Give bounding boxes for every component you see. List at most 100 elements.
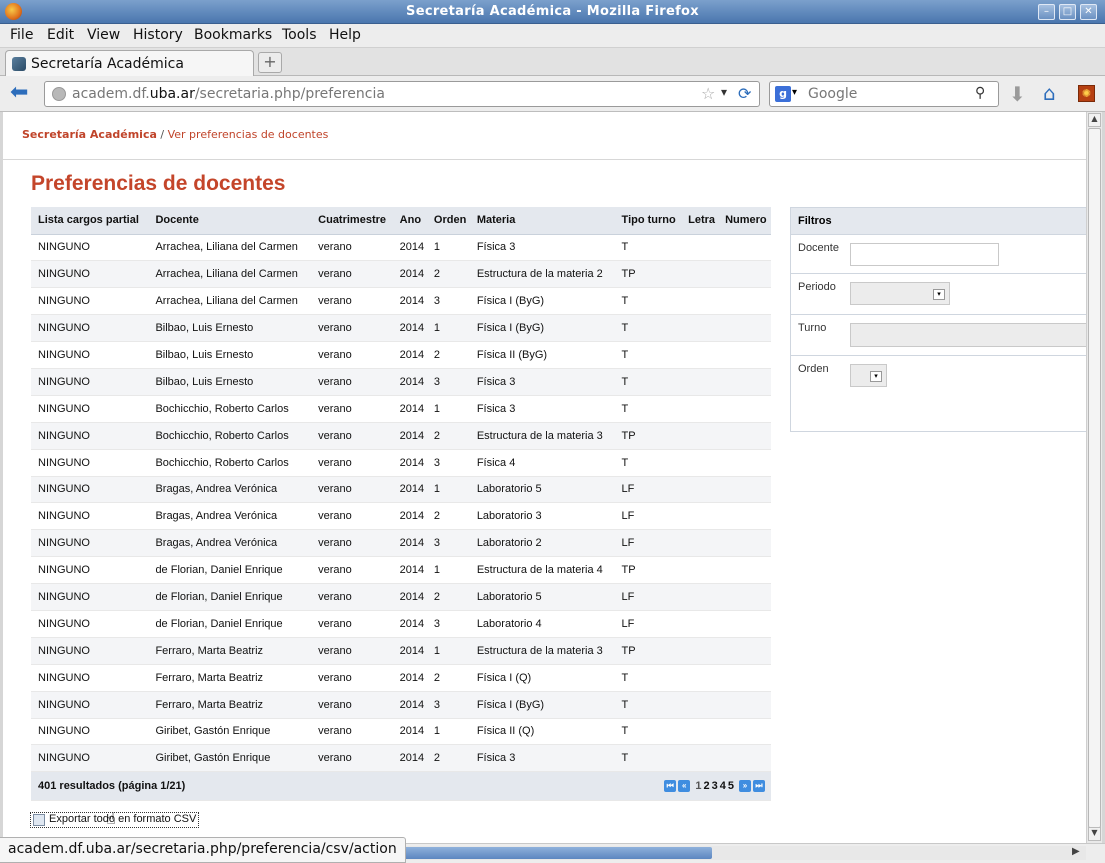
- col-letra-cell: [681, 260, 719, 289]
- menu-file[interactable]: File: [10, 27, 33, 43]
- col-numero-cell: [718, 234, 771, 262]
- preferences-table: Lista cargos partial Docente Cuatrimestre A…: [31, 207, 771, 802]
- col-docente-header[interactable]: Docente: [148, 207, 312, 235]
- table-row[interactable]: NINGUNO Bragas, Andrea Verónica verano 2014…: [31, 529, 771, 558]
- hscroll-thumb[interactable]: [372, 847, 712, 859]
- scroll-right-icon[interactable]: ▶: [1072, 846, 1080, 857]
- first-page-icon[interactable]: ⏮: [664, 780, 677, 793]
- col-materia-cell: Estructura de la materia 4: [469, 556, 615, 585]
- table-row[interactable]: NINGUNO de Florian, Daniel Enrique verano 2…: [31, 583, 771, 611]
- new-tab-button[interactable]: +: [258, 52, 282, 73]
- back-arrow-icon[interactable]: ⬅: [10, 82, 36, 106]
- col-orden-cell: 3: [426, 287, 470, 316]
- col-numero-cell: [718, 529, 771, 558]
- menu-view[interactable]: View: [87, 27, 120, 43]
- breadcrumb-current-link[interactable]: Ver preferencias de docentes: [168, 128, 329, 141]
- col-orden-header[interactable]: Orden: [426, 207, 470, 235]
- table-row[interactable]: NINGUNO Arrachea, Liliana del Carmen veran…: [31, 260, 771, 289]
- prev-page-icon[interactable]: «: [678, 780, 691, 793]
- menu-tools[interactable]: Tools: [282, 27, 317, 43]
- col-orden-cell: 2: [426, 422, 470, 450]
- col-cuatrimestre-cell: verano: [311, 556, 393, 585]
- table-row[interactable]: NINGUNO Ferraro, Marta Beatriz verano 2014 3…: [31, 691, 771, 719]
- col-numero-cell: [718, 718, 771, 746]
- table-row[interactable]: NINGUNO Bochicchio, Roberto Carlos verano 2…: [31, 449, 771, 477]
- col-letra-cell: [681, 341, 719, 369]
- docente-input[interactable]: [850, 243, 999, 266]
- google-engine-icon[interactable]: g: [775, 86, 791, 102]
- url-bar[interactable]: academ.df.uba.ar/secretaria.php/preferen…: [44, 81, 760, 107]
- table-row[interactable]: NINGUNO Giribet, Gastón Enrique verano 2014…: [31, 744, 771, 773]
- status-url: academ.df.uba.ar/secretaria.php/preferen…: [0, 837, 406, 863]
- menu-bookmarks[interactable]: Bookmarks: [194, 27, 272, 43]
- home-icon[interactable]: ⌂: [1043, 81, 1056, 105]
- reload-icon[interactable]: ⟳: [738, 84, 751, 103]
- turno-select[interactable]: [850, 323, 1086, 347]
- page-1-link[interactable]: 1: [695, 780, 701, 792]
- table-row[interactable]: NINGUNO Bochicchio, Roberto Carlos verano 2…: [31, 395, 771, 423]
- col-materia-header[interactable]: Materia: [469, 207, 615, 235]
- table-row[interactable]: NINGUNO Bilbao, Luis Ernesto verano 2014 1 Fí…: [31, 314, 771, 343]
- horizontal-scrollbar[interactable]: ▶: [372, 846, 1086, 860]
- page-5-link[interactable]: 5: [728, 780, 734, 792]
- scroll-down-icon[interactable]: ▼: [1088, 827, 1101, 841]
- orden-select[interactable]: ▾: [850, 364, 887, 387]
- table-row[interactable]: NINGUNO Bragas, Andrea Verónica verano 2014…: [31, 476, 771, 504]
- table-row[interactable]: NINGUNO Ferraro, Marta Beatriz verano 2014 2…: [31, 664, 771, 692]
- table-row[interactable]: NINGUNO Giribet, Gastón Enrique verano 2014…: [31, 718, 771, 746]
- menu-history[interactable]: History: [133, 27, 183, 43]
- col-numero-header[interactable]: Numero: [718, 207, 771, 235]
- col-cuatrimestre-header[interactable]: Cuatrimestre: [311, 207, 393, 235]
- table-row[interactable]: NINGUNO Bilbao, Luis Ernesto verano 2014 2 Fí…: [31, 341, 771, 369]
- table-row[interactable]: NINGUNO de Florian, Daniel Enrique verano 2…: [31, 610, 771, 638]
- menu-bar: File Edit View History Bookmarks Tools H…: [0, 24, 1105, 48]
- col-orden-cell: 1: [426, 718, 470, 746]
- table-row[interactable]: NINGUNO Bochicchio, Roberto Carlos verano 2…: [31, 422, 771, 450]
- col-letra-cell: [681, 368, 719, 396]
- search-bar[interactable]: g ▾ Google ⚲: [769, 81, 999, 107]
- col-lista-cargos-header[interactable]: Lista cargos partial: [31, 207, 149, 235]
- close-button[interactable]: ✕: [1080, 4, 1097, 20]
- download-arrow-icon[interactable]: ⬇: [1009, 82, 1026, 106]
- col-lista-cargos-cell: NINGUNO: [31, 395, 149, 423]
- addon-icon[interactable]: ✺: [1078, 85, 1095, 102]
- scroll-up-icon[interactable]: ▲: [1088, 113, 1101, 127]
- bookmark-star-icon[interactable]: ☆: [701, 84, 715, 103]
- col-docente-cell: Bochicchio, Roberto Carlos: [148, 395, 312, 423]
- col-letra-cell: [681, 691, 719, 719]
- next-page-icon[interactable]: »: [739, 780, 751, 793]
- col-tipo-turno-header[interactable]: Tipo turno: [614, 207, 682, 235]
- vertical-scrollbar[interactable]: ▲ ▼: [1086, 112, 1102, 843]
- col-tipo-turno-cell: LF: [614, 476, 682, 504]
- menu-edit[interactable]: Edit: [47, 27, 74, 43]
- table-row[interactable]: NINGUNO Arrachea, Liliana del Carmen veran…: [31, 234, 771, 262]
- page-2-link[interactable]: 2: [703, 780, 709, 792]
- search-input[interactable]: Google: [808, 86, 857, 102]
- maximize-button[interactable]: □: [1059, 4, 1076, 20]
- periodo-select[interactable]: ▾: [850, 282, 950, 305]
- engine-dropdown-icon[interactable]: ▾: [792, 87, 797, 98]
- col-letra-header[interactable]: Letra: [681, 207, 719, 235]
- col-cuatrimestre-cell: verano: [311, 664, 393, 692]
- table-row[interactable]: NINGUNO de Florian, Daniel Enrique verano 2…: [31, 556, 771, 585]
- table-row[interactable]: NINGUNO Arrachea, Liliana del Carmen veran…: [31, 287, 771, 316]
- scrollbar-thumb[interactable]: [1088, 128, 1101, 828]
- menu-help[interactable]: Help: [329, 27, 361, 43]
- binoculars-search-icon[interactable]: ⚲: [975, 85, 985, 101]
- page-3-link[interactable]: 3: [712, 780, 718, 792]
- table-row[interactable]: NINGUNO Bragas, Andrea Verónica verano 2014…: [31, 502, 771, 531]
- minimize-button[interactable]: –: [1038, 4, 1055, 20]
- url-history-dropdown-icon[interactable]: ▾: [721, 85, 727, 99]
- col-tipo-turno-cell: LF: [614, 502, 682, 531]
- url-text[interactable]: academ.df.uba.ar/secretaria.php/preferen…: [72, 86, 385, 102]
- tab-secretaria[interactable]: Secretaría Académica: [5, 50, 254, 76]
- col-cuatrimestre-cell: verano: [311, 449, 393, 477]
- last-page-icon[interactable]: ⏭: [753, 780, 765, 793]
- page-4-link[interactable]: 4: [720, 780, 726, 792]
- breadcrumb-root-link[interactable]: Secretaría Académica: [22, 128, 157, 141]
- col-cuatrimestre-cell: verano: [311, 422, 393, 450]
- col-ano-header[interactable]: Ano: [392, 207, 427, 235]
- table-row[interactable]: NINGUNO Bilbao, Luis Ernesto verano 2014 3 Fí…: [31, 368, 771, 396]
- table-row[interactable]: NINGUNO Ferraro, Marta Beatriz verano 2014 1…: [31, 637, 771, 665]
- col-docente-cell: Bragas, Andrea Verónica: [148, 502, 312, 531]
